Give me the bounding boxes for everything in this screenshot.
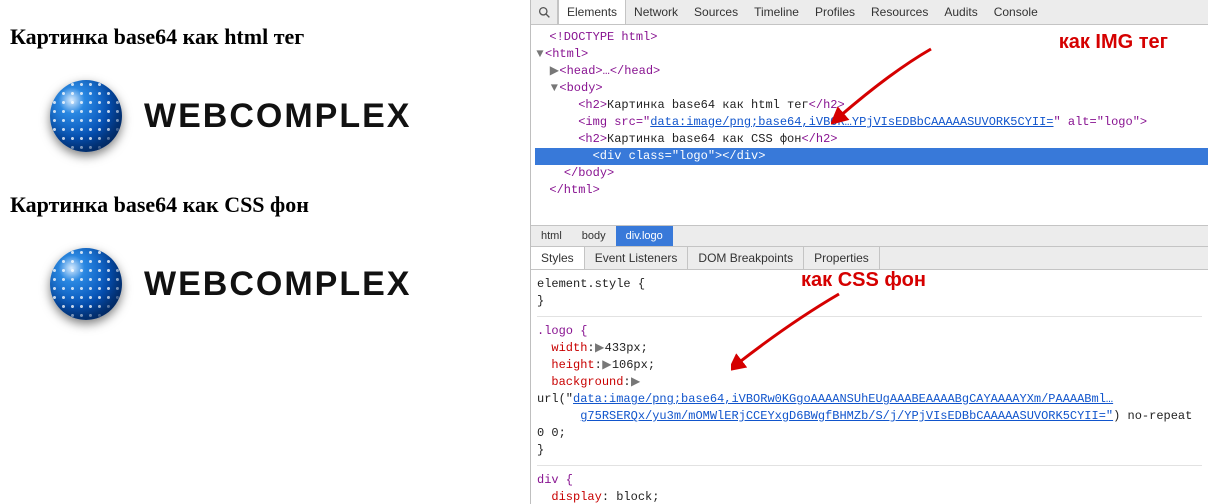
tab-resources[interactable]: Resources bbox=[863, 0, 936, 24]
devtools-panel: Elements Network Sources Timeline Profil… bbox=[530, 0, 1208, 504]
brand-text-2: WEBCOMPLEX bbox=[144, 265, 411, 304]
dom-img-src[interactable]: data:image/png;base64,iVBOR…YPjVIsEDBbCA… bbox=[650, 115, 1053, 129]
rule-div-selector: div { bbox=[537, 473, 573, 487]
rule-logo-selector: .logo { bbox=[537, 324, 587, 338]
crumb-html[interactable]: html bbox=[531, 226, 572, 246]
tab-timeline[interactable]: Timeline bbox=[746, 0, 807, 24]
heading-img-tag: Картинка base64 как html тег bbox=[10, 24, 520, 50]
tab-audits[interactable]: Audits bbox=[936, 0, 985, 24]
tab-console[interactable]: Console bbox=[986, 0, 1046, 24]
dom-h2-open: <h2> bbox=[578, 98, 607, 112]
devtools-toolbar: Elements Network Sources Timeline Profil… bbox=[531, 0, 1208, 25]
search-icon[interactable] bbox=[531, 0, 558, 24]
brand-text-1: WEBCOMPLEX bbox=[144, 97, 411, 136]
dom-h2-close: </h2> bbox=[801, 132, 837, 146]
styles-subtabs: Styles Event Listeners DOM Breakpoints P… bbox=[531, 247, 1208, 270]
dom-img-open: <img src=" bbox=[578, 115, 650, 129]
dom-h2-1-text: Картинка base64 как html тег bbox=[607, 98, 809, 112]
dom-h2-open: <h2> bbox=[578, 132, 607, 146]
dom-h2-2-text: Картинка base64 как CSS фон bbox=[607, 132, 801, 146]
breadcrumb: html body div.logo bbox=[531, 225, 1208, 247]
tab-sources[interactable]: Sources bbox=[686, 0, 746, 24]
dom-html-close: </html> bbox=[549, 183, 599, 197]
val-bg-url-line2[interactable]: g75RSERQx/yu3m/mOMWlERjCCEYxgD6BWgfBHMZb… bbox=[580, 409, 1113, 423]
logo-as-css-bg: WEBCOMPLEX bbox=[50, 248, 520, 320]
subtab-styles[interactable]: Styles bbox=[531, 247, 585, 269]
styles-pane[interactable]: element.style { } .logo { width:▶433px; … bbox=[531, 270, 1208, 504]
tab-network[interactable]: Network bbox=[626, 0, 686, 24]
prop-background: background bbox=[551, 375, 623, 389]
heading-css-bg: Картинка base64 как CSS фон bbox=[10, 192, 520, 218]
dom-h2-close: </h2> bbox=[809, 98, 845, 112]
logo-as-img: WEBCOMPLEX bbox=[50, 80, 520, 152]
subtab-dom-breakpoints[interactable]: DOM Breakpoints bbox=[688, 247, 804, 269]
crumb-div-logo[interactable]: div.logo bbox=[616, 226, 673, 246]
example-page: Картинка base64 как html тег WEBCOMPLEX … bbox=[0, 0, 530, 504]
val-display: block; bbox=[616, 490, 659, 504]
dom-img-close: " alt="logo"> bbox=[1054, 115, 1148, 129]
tab-profiles[interactable]: Profiles bbox=[807, 0, 863, 24]
dom-head: <head>…</head> bbox=[559, 64, 660, 78]
sphere-icon bbox=[50, 80, 122, 152]
val-bg-prefix: url(" bbox=[537, 392, 573, 406]
prop-width: width bbox=[551, 341, 587, 355]
dom-tree-panel: <!DOCTYPE html> ▼<html> ▶<head>…</head> … bbox=[531, 25, 1208, 225]
dom-tree[interactable]: <!DOCTYPE html> ▼<html> ▶<head>…</head> … bbox=[531, 25, 1208, 203]
dom-selected-row[interactable]: <div class="logo"></div> bbox=[535, 148, 1208, 165]
devtools-tabs: Elements Network Sources Timeline Profil… bbox=[558, 0, 1046, 24]
crumb-body[interactable]: body bbox=[572, 226, 616, 246]
subtab-event-listeners[interactable]: Event Listeners bbox=[585, 247, 689, 269]
dom-body-open: <body> bbox=[559, 81, 602, 95]
prop-height: height bbox=[551, 358, 594, 372]
rule-element-style: element.style { bbox=[537, 276, 1202, 293]
val-width: 433px; bbox=[605, 341, 648, 355]
dom-body-close: </body> bbox=[564, 166, 614, 180]
prop-display: display bbox=[551, 490, 601, 504]
sphere-icon bbox=[50, 248, 122, 320]
dom-html-open: <html> bbox=[545, 47, 588, 61]
subtab-properties[interactable]: Properties bbox=[804, 247, 880, 269]
tab-elements[interactable]: Elements bbox=[558, 0, 626, 24]
val-height: 106px; bbox=[612, 358, 655, 372]
val-bg-url-line1[interactable]: data:image/png;base64,iVBORw0KGgoAAAANSU… bbox=[573, 392, 1113, 406]
dom-doctype: <!DOCTYPE html> bbox=[549, 30, 657, 44]
